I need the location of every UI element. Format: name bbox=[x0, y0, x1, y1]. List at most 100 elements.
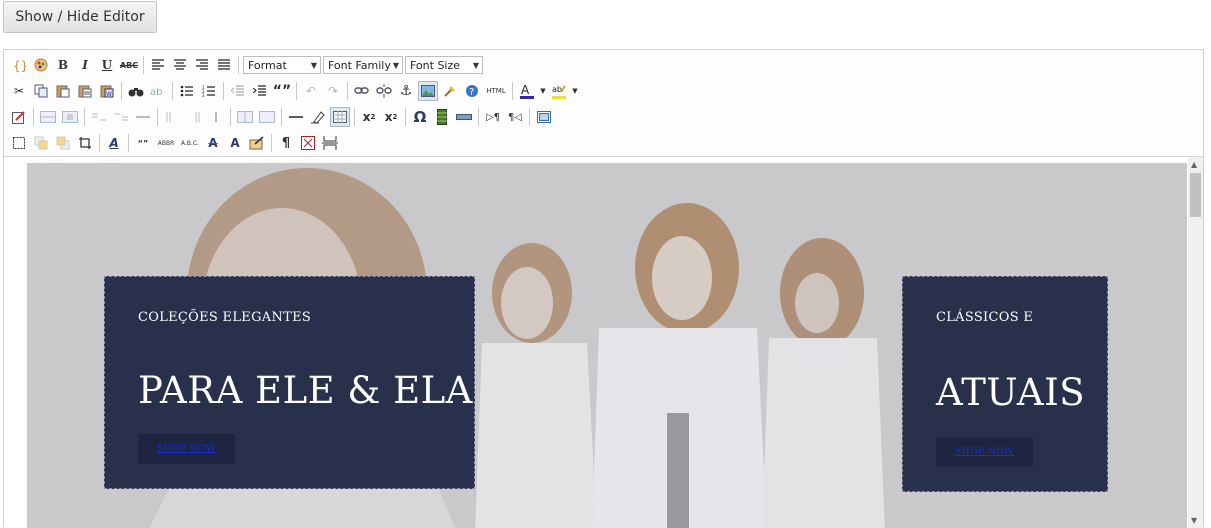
align-justify-icon[interactable] bbox=[214, 55, 234, 75]
font-color-icon[interactable]: A bbox=[517, 81, 537, 101]
scrollbar-thumb[interactable] bbox=[1190, 173, 1201, 217]
split-cells-icon[interactable] bbox=[235, 107, 255, 127]
subscript-icon[interactable]: x2 bbox=[359, 107, 379, 127]
toolbar-separator bbox=[223, 82, 224, 100]
table-cell-props-icon[interactable] bbox=[60, 107, 80, 127]
format-select[interactable]: Format ▼ bbox=[243, 56, 321, 74]
cut-icon[interactable]: ✂ bbox=[9, 81, 29, 101]
cleanup-icon[interactable] bbox=[440, 81, 460, 101]
absolute-position-icon[interactable] bbox=[75, 133, 95, 153]
bullet-list-icon[interactable] bbox=[177, 81, 197, 101]
paste-icon[interactable] bbox=[53, 81, 73, 101]
move-forward-icon[interactable] bbox=[31, 133, 51, 153]
redo-icon[interactable]: ↷ bbox=[323, 81, 343, 101]
svg-text:ab: ab bbox=[552, 85, 562, 94]
hero-banner-image: COLEÇÕES ELEGANTES PARA ELE & ELA SHOP N… bbox=[27, 163, 1187, 528]
media-icon[interactable] bbox=[432, 107, 452, 127]
fullscreen-icon[interactable] bbox=[534, 107, 554, 127]
anchor-icon[interactable]: ⚓ bbox=[396, 81, 416, 101]
insert-col-after-icon[interactable] bbox=[184, 107, 204, 127]
font-size-select[interactable]: Font Size ▼ bbox=[405, 56, 483, 74]
align-center-icon[interactable] bbox=[170, 55, 190, 75]
acronym-icon[interactable]: A.B.C. bbox=[179, 133, 201, 153]
find-icon[interactable] bbox=[126, 81, 146, 101]
delete-col-icon[interactable] bbox=[206, 107, 226, 127]
blockquote-icon[interactable]: “” bbox=[272, 81, 292, 101]
insert-layer-icon[interactable] bbox=[9, 133, 29, 153]
toolbar-separator bbox=[347, 82, 348, 100]
paste-text-icon[interactable] bbox=[75, 81, 95, 101]
insert-text-icon[interactable]: A bbox=[225, 133, 245, 153]
italic-icon[interactable]: I bbox=[75, 55, 95, 75]
show-hide-editor-button[interactable]: Show / Hide Editor bbox=[3, 1, 157, 33]
font-family-select[interactable]: Font Family ▼ bbox=[323, 56, 403, 74]
abbreviation-icon[interactable]: ABBR bbox=[155, 133, 177, 153]
insert-break-icon[interactable] bbox=[454, 107, 474, 127]
html-source-icon[interactable]: HTML bbox=[484, 81, 508, 101]
rich-text-editor: {} B I U ABC Format▼ Font Family▼ Font S… bbox=[3, 49, 1204, 528]
insert-row-before-icon[interactable] bbox=[89, 107, 109, 127]
toolbar-separator bbox=[230, 108, 231, 126]
replace-icon[interactable]: ab bbox=[148, 81, 168, 101]
svg-text:A: A bbox=[521, 83, 530, 97]
chevron-down-icon[interactable]: ▼ bbox=[571, 81, 579, 101]
move-backward-icon[interactable] bbox=[53, 133, 73, 153]
link-icon[interactable] bbox=[352, 81, 372, 101]
style-palette-icon[interactable] bbox=[31, 55, 51, 75]
chevron-down-icon: ▼ bbox=[392, 60, 399, 70]
promo-card-left-kicker: COLEÇÕES ELEGANTES bbox=[138, 310, 312, 325]
help-icon[interactable]: ? bbox=[462, 81, 482, 101]
table-row-props-icon[interactable] bbox=[38, 107, 58, 127]
shop-now-button-right[interactable]: SHOP NOW bbox=[936, 437, 1033, 467]
outdent-icon[interactable] bbox=[228, 81, 248, 101]
superscript-icon[interactable]: x2 bbox=[381, 107, 401, 127]
delete-text-icon[interactable]: A bbox=[203, 133, 223, 153]
scroll-down-icon[interactable]: ▼ bbox=[1191, 516, 1197, 525]
paste-word-icon[interactable]: W bbox=[97, 81, 117, 101]
editor-content-area[interactable]: COLEÇÕES ELEGANTES PARA ELE & ELA SHOP N… bbox=[4, 157, 1203, 528]
toolbar-row-3: x2 x2 Ω ▷¶ ¶◁ bbox=[8, 105, 555, 129]
bold-icon[interactable]: B bbox=[53, 55, 73, 75]
align-left-icon[interactable] bbox=[148, 55, 168, 75]
nonbreaking-space-icon[interactable] bbox=[298, 133, 318, 153]
numbered-list-icon[interactable]: 123 bbox=[199, 81, 219, 101]
font-size-select-label: Font Size bbox=[410, 58, 461, 72]
edit-table-icon[interactable] bbox=[9, 107, 29, 127]
toolbar-separator bbox=[99, 134, 100, 152]
svg-text:W: W bbox=[106, 91, 112, 98]
toolbar-row-2: ✂ W ab 123 “” ↶ ↷ ⚓ ? HTML A ▼ ab ▼ bbox=[8, 79, 580, 103]
delete-row-icon[interactable] bbox=[133, 107, 153, 127]
highlight-color-icon[interactable]: ab bbox=[549, 81, 569, 101]
chevron-down-icon[interactable]: ▼ bbox=[539, 81, 547, 101]
align-right-icon[interactable] bbox=[192, 55, 212, 75]
toolbar-separator bbox=[238, 56, 239, 74]
styleprops-icon[interactable]: A bbox=[104, 133, 124, 153]
content-scrollbar[interactable]: ▲ ▼ bbox=[1188, 157, 1203, 528]
horizontal-rule-icon[interactable] bbox=[286, 107, 306, 127]
merge-cells-icon[interactable] bbox=[257, 107, 277, 127]
undo-icon[interactable]: ↶ bbox=[301, 81, 321, 101]
cite-icon[interactable]: “” bbox=[133, 133, 153, 153]
copy-icon[interactable] bbox=[31, 81, 51, 101]
shop-now-button-left[interactable]: SHOP NOW bbox=[138, 434, 235, 464]
underline-icon[interactable]: U bbox=[97, 55, 117, 75]
remove-format-icon[interactable] bbox=[308, 107, 328, 127]
strikethrough-icon[interactable]: ABC bbox=[119, 55, 139, 75]
promo-card-left: COLEÇÕES ELEGANTES PARA ELE & ELA SHOP N… bbox=[104, 276, 475, 489]
show-blocks-icon[interactable]: ¶ bbox=[276, 133, 296, 153]
insert-template-icon[interactable]: {} bbox=[9, 55, 29, 75]
indent-icon[interactable] bbox=[250, 81, 270, 101]
rtl-icon[interactable]: ¶◁ bbox=[505, 107, 525, 127]
page-break-icon[interactable] bbox=[320, 133, 340, 153]
insert-row-after-icon[interactable] bbox=[111, 107, 131, 127]
editor-toolbar: {} B I U ABC Format▼ Font Family▼ Font S… bbox=[4, 50, 1203, 157]
visual-aid-icon[interactable] bbox=[330, 107, 350, 127]
toolbar-separator bbox=[512, 82, 513, 100]
attributes-icon[interactable] bbox=[247, 133, 267, 153]
ltr-icon[interactable]: ▷¶ bbox=[483, 107, 503, 127]
image-icon[interactable] bbox=[418, 81, 438, 101]
scroll-up-icon[interactable]: ▲ bbox=[1191, 160, 1197, 169]
special-char-icon[interactable]: Ω bbox=[410, 107, 430, 127]
unlink-icon[interactable] bbox=[374, 81, 394, 101]
insert-col-before-icon[interactable] bbox=[162, 107, 182, 127]
